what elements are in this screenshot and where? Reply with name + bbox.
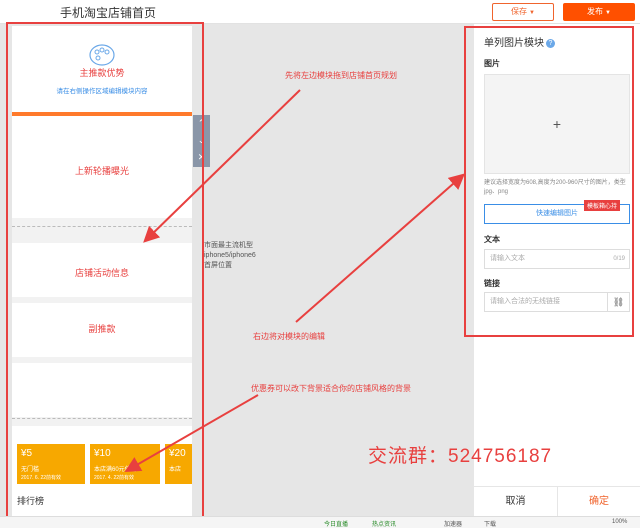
status-bar: 今日直播 热点资讯 加速器 下载 100%	[0, 516, 640, 528]
arrow-to-coupons	[124, 394, 259, 472]
annotation-edit-tip: 右边将对模块的编辑	[253, 332, 325, 341]
statusbar-accelerator[interactable]: 加速器	[444, 519, 462, 528]
arrow-to-canvas	[143, 89, 301, 243]
annotation-drag-tip: 先将左边模块拖到店铺首页规划	[285, 71, 397, 80]
statusbar-zoom[interactable]: 100%	[612, 519, 627, 525]
statusbar-live[interactable]: 今日直播	[324, 519, 348, 528]
statusbar-download[interactable]: 下载	[484, 519, 496, 528]
statusbar-news[interactable]: 热点资讯	[372, 519, 396, 528]
arrow-to-panel	[295, 173, 466, 323]
annotation-coupon-tip: 优惠券可以改下背景适合你的店铺风格的背景	[251, 384, 411, 393]
annotation-group-number: 交流群：524756187	[368, 446, 553, 467]
